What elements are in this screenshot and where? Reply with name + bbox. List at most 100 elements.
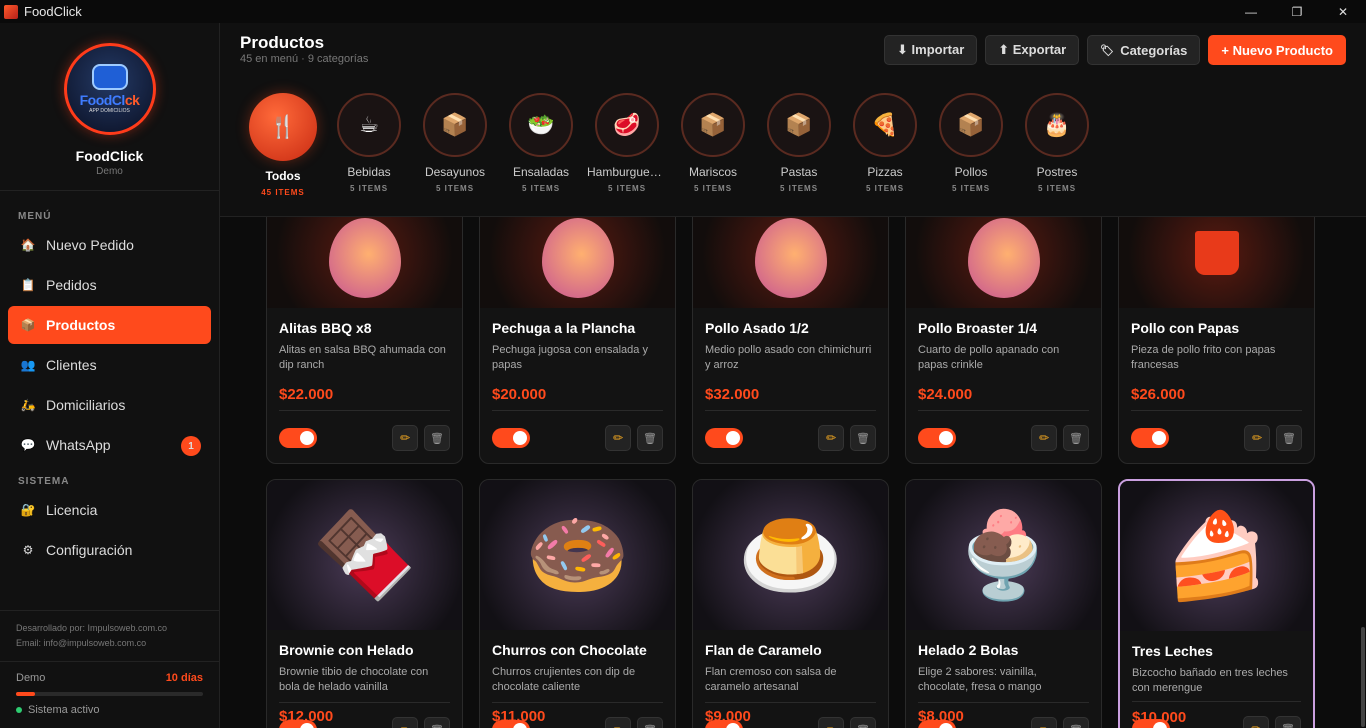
availability-toggle[interactable] [705,428,743,448]
scrollbar-thumb[interactable] [1361,627,1365,727]
product-card[interactable]: 🍫 Brownie con Helado Brownie tibio de choc… [266,479,463,728]
category-pollos[interactable]: 📦 Pollos 5 ITEMS [928,93,1014,197]
sidebar-item-productos[interactable]: 📦 Productos [8,306,211,344]
availability-toggle[interactable] [918,428,956,448]
category-count: 5 ITEMS [435,184,475,193]
trash-icon: 🗑 [856,724,870,728]
category-hamburguesas[interactable]: 🥩 Hamburguesas 5 ITEMS [584,93,670,197]
edit-button[interactable]: ✏ [1243,716,1269,728]
category-postres[interactable]: 🎂 Postres 5 ITEMS [1014,93,1100,197]
trash-icon: 🗑 [1281,723,1295,728]
category-count: 5 ITEMS [349,184,389,193]
edit-button[interactable]: ✏ [1244,425,1270,451]
category-name: Todos [265,169,301,183]
sidebar-item-clientes[interactable]: 👥 Clientes [8,346,211,384]
category-name: Ensaladas [512,165,570,179]
delete-button[interactable]: 🗑 [1275,716,1301,728]
availability-toggle[interactable] [1132,719,1170,728]
category-pastas[interactable]: 📦 Pastas 5 ITEMS [756,93,842,197]
category-todos[interactable]: 🍴 Todos 45 ITEMS [240,93,326,197]
trash-icon: 🗑 [643,724,657,728]
product-description: Alitas en salsa BBQ ahumada con dip ranc… [279,344,446,371]
product-name: Flan de Caramelo [705,642,822,658]
category-count: 5 ITEMS [1037,184,1077,193]
product-name: Helado 2 Bolas [918,642,1019,658]
minimize-button[interactable]: — [1228,0,1274,23]
delete-button[interactable]: 🗑 [424,425,450,451]
sidebar-item-label: Clientes [46,357,97,373]
category-count: 5 ITEMS [779,184,819,193]
product-card[interactable]: Pollo con Papas Pieza de pollo frito con … [1118,187,1315,464]
delete-button[interactable]: 🗑 [850,717,876,728]
availability-toggle[interactable] [918,720,956,728]
delete-button[interactable]: 🗑 [424,717,450,728]
product-description: Churros crujientes con dip de chocolate … [492,666,636,693]
product-description: Flan cremoso con salsa de caramelo artes… [705,666,837,693]
product-card[interactable]: Pollo Asado 1/2 Medio pollo asado con chi… [692,187,889,464]
import-button[interactable]: ⬇ Importar [884,35,978,65]
pencil-icon: ✏ [1251,431,1263,445]
system-section-label: SISTEMA [18,476,70,487]
trash-icon: 🗑 [430,724,444,728]
sidebar-item-configuración[interactable]: ⚙ Configuración [8,531,211,569]
pencil-icon: ✏ [612,431,624,445]
product-description: Elige 2 sabores: vainilla, chocolate, fr… [918,666,1042,693]
edit-button[interactable]: ✏ [818,425,844,451]
page-title: Productos [240,33,325,52]
category-ensaladas[interactable]: 🥗 Ensaladas 5 ITEMS [498,93,584,197]
product-card[interactable]: Pollo Broaster 1/4 Cuarto de pollo apanad… [905,187,1102,464]
availability-toggle[interactable] [279,428,317,448]
edit-button[interactable]: ✏ [818,717,844,728]
product-image: 🍩 [525,507,630,602]
tag-icon: 🏷 [1100,44,1115,57]
product-card[interactable]: 🍮 Flan de Caramelo Flan cremoso con salsa … [692,479,889,728]
availability-toggle[interactable] [279,720,317,728]
product-card[interactable]: 🍰 Tres Leches Bizcocho bañado en tres lech… [1118,479,1315,728]
availability-toggle[interactable] [492,428,530,448]
product-price: $22.000 [279,386,334,403]
category-name: Bebidas [347,165,391,179]
sidebar-item-licencia[interactable]: 🔐 Licencia [8,491,211,529]
product-image: 🍮 [738,507,843,602]
edit-button[interactable]: ✏ [605,425,631,451]
category-bebidas[interactable]: ☕ Bebidas 5 ITEMS [326,93,412,197]
scrollbar[interactable] [1360,217,1366,728]
product-card[interactable]: Pechuga a la Plancha Pechuga jugosa con e… [479,187,676,464]
delete-button[interactable]: 🗑 [850,425,876,451]
pencil-icon: ✏ [399,431,411,445]
sidebar-item-whatsapp[interactable]: 💬 WhatsApp 1 [8,426,211,464]
availability-toggle[interactable] [705,720,743,728]
category-mariscos[interactable]: 📦 Mariscos 5 ITEMS [670,93,756,197]
edit-button[interactable]: ✏ [392,717,418,728]
export-button[interactable]: ⬆ Exportar [985,35,1080,65]
edit-button[interactable]: ✏ [1031,717,1057,728]
category-name: Pastas [780,165,818,179]
availability-toggle[interactable] [492,720,530,728]
category-desayunos[interactable]: 📦 Desayunos 5 ITEMS [412,93,498,197]
delete-button[interactable]: 🗑 [1063,717,1089,728]
maximize-button[interactable]: ❐ [1274,0,1320,23]
pencil-icon: ✏ [613,723,623,728]
category-pizzas[interactable]: 🍕 Pizzas 5 ITEMS [842,93,928,197]
edit-button[interactable]: ✏ [1031,425,1057,451]
close-button[interactable]: ✕ [1320,0,1366,23]
product-name: Pechuga a la Plancha [492,320,636,336]
product-card[interactable]: 🍩 Churros con Chocolate Churros crujientes… [479,479,676,728]
trash-icon: 🗑 [1069,432,1083,445]
new-product-button[interactable]: + Nuevo Producto [1208,35,1346,65]
delete-button[interactable]: 🗑 [1276,425,1302,451]
delete-button[interactable]: 🗑 [637,425,663,451]
availability-toggle[interactable] [1131,428,1169,448]
sidebar-item-pedidos[interactable]: 📋 Pedidos [8,266,211,304]
sidebar-item-nuevo-pedido[interactable]: 🏠 Nuevo Pedido [8,226,211,264]
delete-button[interactable]: 🗑 [1063,425,1089,451]
product-card[interactable]: Alitas BBQ x8 Alitas en salsa BBQ ahumada… [266,187,463,464]
edit-button[interactable]: ✏ [605,717,631,728]
category-name: Pizzas [867,165,903,179]
category-name: Postres [1036,165,1078,179]
edit-button[interactable]: ✏ [392,425,418,451]
product-card[interactable]: 🍨 Helado 2 Bolas Elige 2 sabores: vainilla… [905,479,1102,728]
delete-button[interactable]: 🗑 [637,717,663,728]
categories-button[interactable]: 🏷 Categorías [1087,35,1201,65]
sidebar-item-domiciliarios[interactable]: 🛵 Domiciliarios [8,386,211,424]
